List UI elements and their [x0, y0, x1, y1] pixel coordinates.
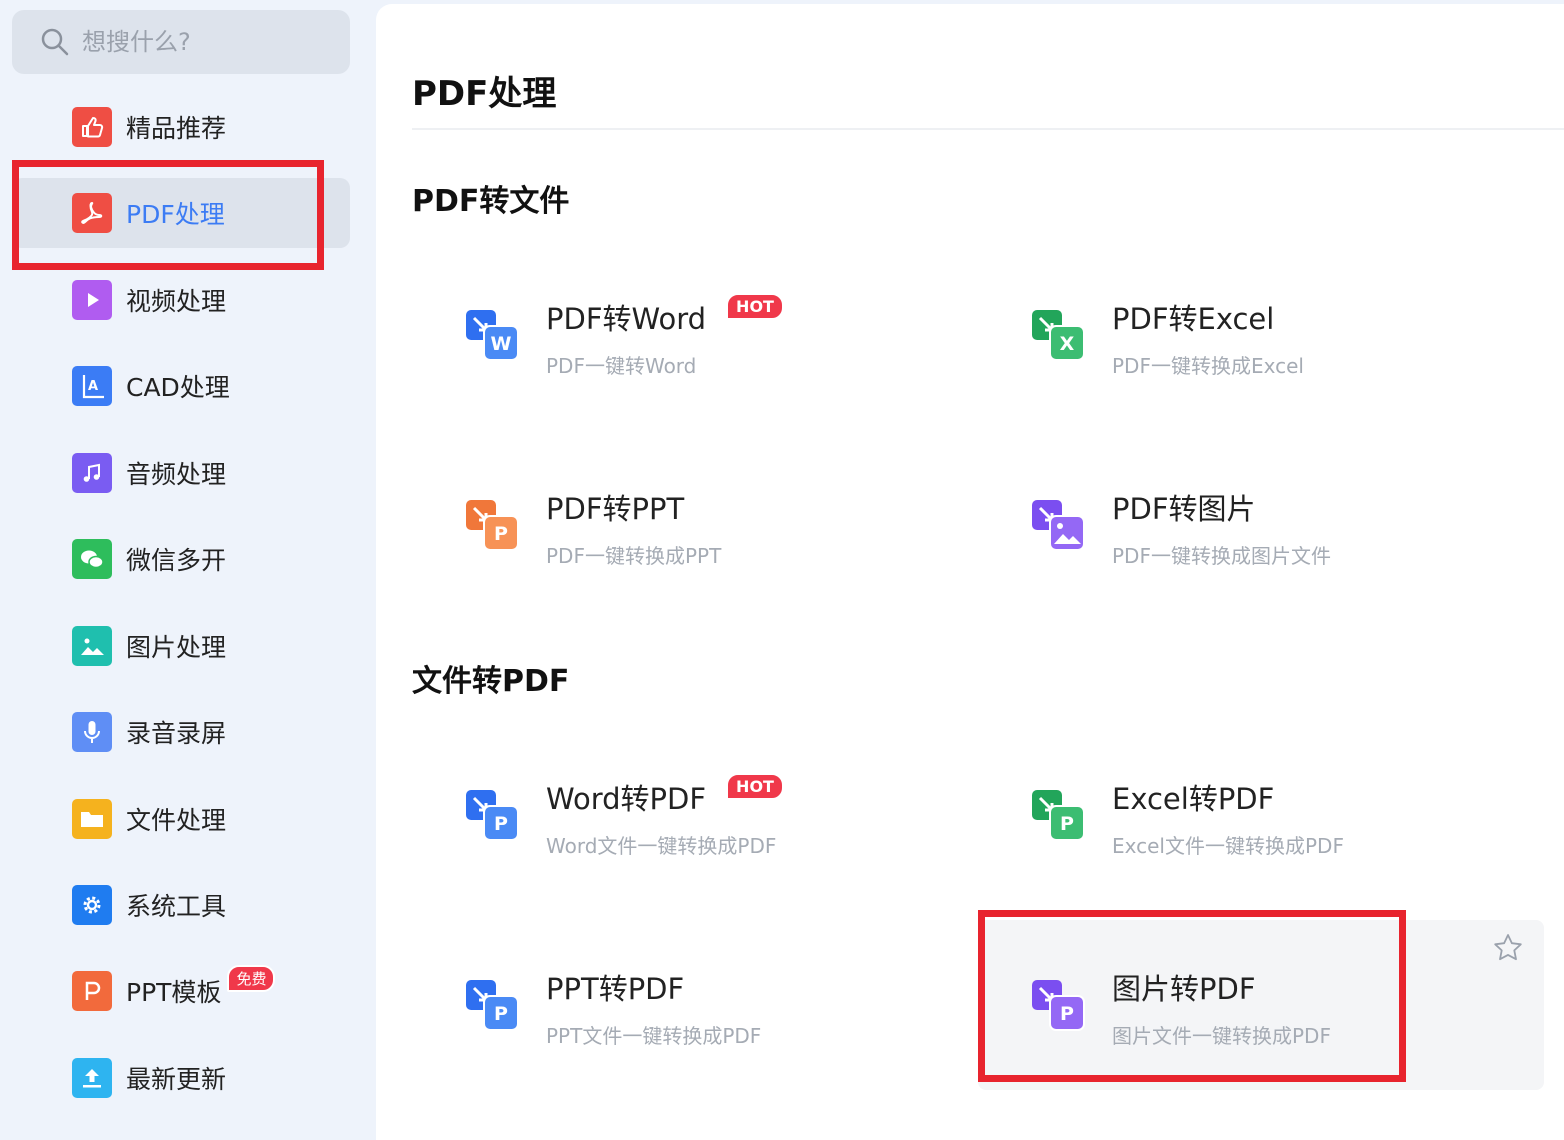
sidebar-item-image[interactable]: 图片处理	[12, 611, 350, 681]
sidebar-item-label: 微信多开	[126, 546, 227, 575]
tool-name: PDF转Excel	[1112, 302, 1275, 336]
sidebar: 精品推荐 PDF处理 视频处理 A CAD处理 音频处理 微信多开 图片处理 录…	[0, 0, 376, 1140]
search-icon	[41, 28, 69, 56]
tool-desc: Word文件一键转换成PDF	[546, 834, 777, 858]
cad-icon: A	[72, 366, 112, 406]
tool-desc: 图片文件一键转换成PDF	[1112, 1024, 1331, 1048]
sidebar-item-label: 文件处理	[126, 806, 227, 835]
word-to-pdf-icon: P	[466, 790, 519, 841]
thumbs-up-icon	[72, 107, 112, 147]
section-title: PDF转文件	[412, 184, 570, 219]
image-icon	[72, 626, 112, 666]
tool-name: PDF转图片	[1112, 492, 1256, 526]
svg-text:W: W	[491, 333, 512, 355]
svg-text:P: P	[1060, 813, 1074, 835]
sidebar-item-updates[interactable]: 最新更新	[12, 1043, 350, 1113]
sidebar-item-label: 图片处理	[126, 633, 227, 662]
section-title: 文件转PDF	[412, 664, 570, 699]
sidebar-item-file[interactable]: 文件处理	[12, 784, 350, 854]
tool-name: PDF转Word	[546, 302, 707, 336]
page-title: PDF处理	[412, 74, 557, 114]
sidebar-item-label: 视频处理	[126, 287, 227, 316]
sidebar-item-label: 音频处理	[126, 460, 227, 489]
pdf-to-word-icon: W	[466, 310, 519, 361]
sidebar-item-system[interactable]: 系统工具	[12, 870, 350, 940]
tool-pdf-to-image[interactable]: PDF转图片 PDF一键转换成图片文件	[942, 440, 1502, 610]
tool-name: Word转PDF	[546, 782, 707, 816]
sidebar-item-ppt-template[interactable]: PPT模板 免费	[12, 956, 350, 1026]
svg-text:P: P	[494, 523, 508, 545]
ppt-icon	[72, 971, 112, 1011]
image-to-pdf-icon: P	[1032, 980, 1085, 1031]
tool-name: PDF转PPT	[546, 492, 685, 526]
tool-desc: PPT文件一键转换成PDF	[546, 1024, 762, 1048]
tool-image-to-pdf[interactable]: P 图片转PDF 图片文件一键转换成PDF	[978, 920, 1544, 1090]
tool-desc: PDF一键转Word	[546, 354, 697, 378]
tool-name: 图片转PDF	[1112, 972, 1256, 1006]
sidebar-item-video[interactable]: 视频处理	[12, 265, 350, 335]
tool-pdf-to-word[interactable]: W PDF转Word HOT PDF一键转Word	[376, 250, 936, 420]
tool-pdf-to-excel[interactable]: X PDF转Excel PDF一键转换成Excel	[942, 250, 1502, 420]
sidebar-item-label: 最新更新	[126, 1065, 227, 1094]
sidebar-item-wechat[interactable]: 微信多开	[12, 524, 350, 594]
svg-text:P: P	[494, 813, 508, 835]
tool-desc: PDF一键转换成图片文件	[1112, 544, 1331, 568]
svg-text:P: P	[494, 1003, 508, 1025]
search-box[interactable]	[12, 10, 350, 74]
tool-desc: PDF一键转换成PPT	[546, 544, 722, 568]
sidebar-item-pdf[interactable]: PDF处理	[12, 178, 350, 248]
ppt-to-pdf-icon: P	[466, 980, 519, 1031]
microphone-icon	[72, 712, 112, 752]
search-input[interactable]	[82, 28, 322, 56]
folder-icon	[72, 799, 112, 839]
sidebar-item-recommended[interactable]: 精品推荐	[12, 92, 350, 162]
tool-desc: PDF一键转换成Excel	[1112, 354, 1304, 378]
sidebar-item-label: 精品推荐	[126, 114, 227, 143]
gear-icon	[72, 885, 112, 925]
upload-icon	[72, 1058, 112, 1098]
play-icon	[72, 280, 112, 320]
tool-pdf-to-ppt[interactable]: P PDF转PPT PDF一键转换成PPT	[376, 440, 936, 610]
tool-name: Excel转PDF	[1112, 782, 1275, 816]
pdf-to-ppt-icon: P	[466, 500, 519, 551]
sidebar-item-recording[interactable]: 录音录屏	[12, 697, 350, 767]
tool-word-to-pdf[interactable]: P Word转PDF HOT Word文件一键转换成PDF	[376, 730, 936, 900]
star-icon[interactable]	[1492, 932, 1524, 964]
svg-text:X: X	[1060, 333, 1075, 355]
sidebar-item-label: PDF处理	[126, 200, 225, 229]
tool-name: PPT转PDF	[546, 972, 685, 1006]
tool-excel-to-pdf[interactable]: P Excel转PDF Excel文件一键转换成PDF	[942, 730, 1502, 900]
sidebar-item-cad[interactable]: A CAD处理	[12, 351, 350, 421]
pdf-to-image-icon	[1032, 500, 1085, 551]
sidebar-item-label: 系统工具	[126, 892, 227, 921]
hot-badge: HOT	[726, 772, 784, 800]
pdf-icon	[72, 193, 112, 233]
hot-badge: HOT	[726, 292, 784, 320]
sidebar-item-label: 录音录屏	[126, 719, 227, 748]
sidebar-item-label: CAD处理	[126, 373, 230, 402]
sidebar-item-label: PPT模板	[126, 978, 222, 1007]
wechat-icon	[72, 539, 112, 579]
free-badge: 免费	[227, 964, 276, 992]
divider	[412, 128, 1564, 130]
music-icon	[72, 453, 112, 493]
main-panel: PDF处理 PDF转文件 W PDF转Word HOT PDF一键转Word X …	[376, 4, 1564, 1140]
tool-desc: Excel文件一键转换成PDF	[1112, 834, 1344, 858]
svg-text:A: A	[88, 379, 98, 394]
tool-ppt-to-pdf[interactable]: P PPT转PDF PPT文件一键转换成PDF	[376, 920, 936, 1090]
excel-to-pdf-icon: P	[1032, 790, 1085, 841]
svg-text:P: P	[1060, 1003, 1074, 1025]
pdf-to-excel-icon: X	[1032, 310, 1085, 361]
sidebar-item-audio[interactable]: 音频处理	[12, 438, 350, 508]
